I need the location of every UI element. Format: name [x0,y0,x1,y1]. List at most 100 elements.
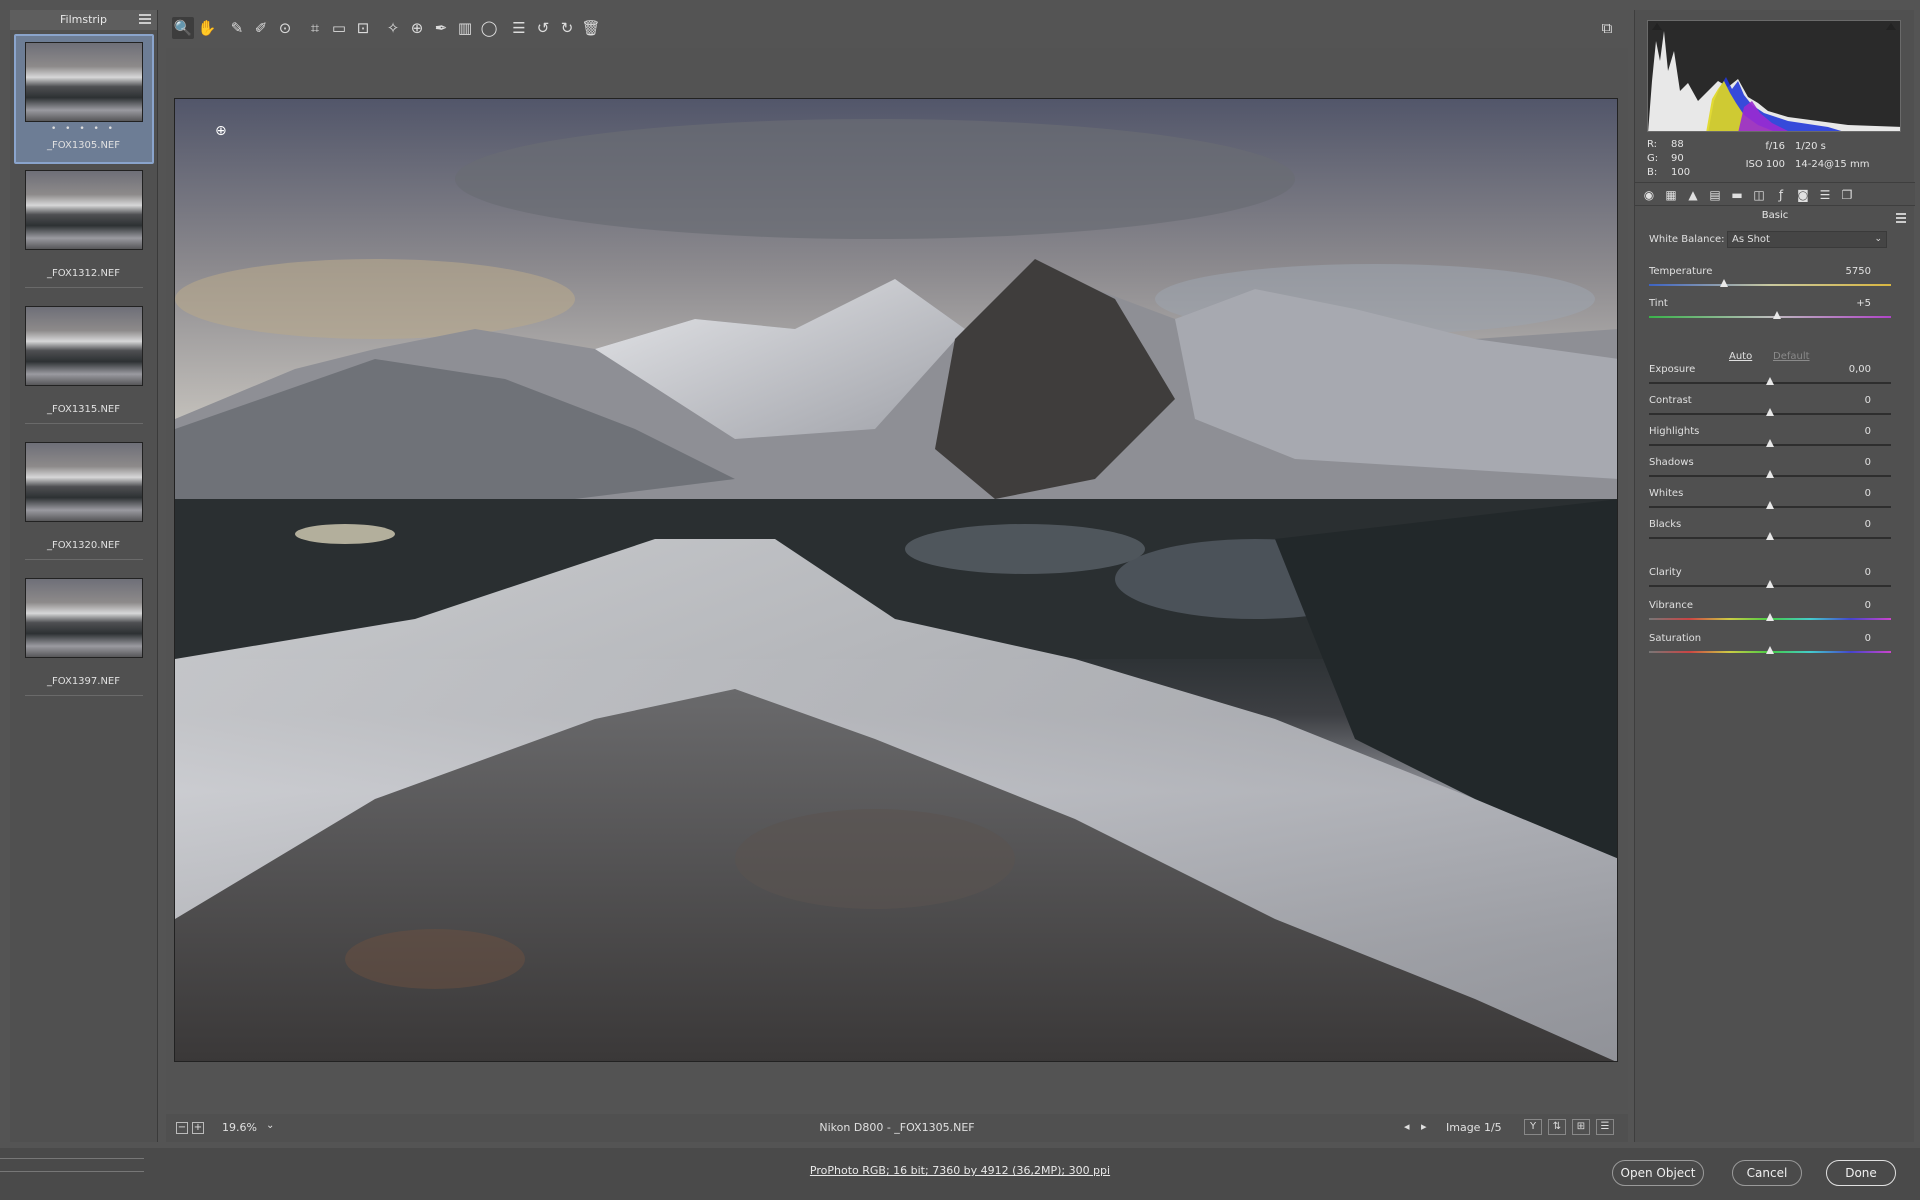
slider-value[interactable]: +5 [1821,298,1871,309]
transform-icon[interactable]: ⊡ [352,17,374,39]
slider-label: Exposure [1649,364,1696,375]
cancel-button[interactable]: Cancel [1732,1160,1802,1186]
color-sampler-icon[interactable]: ✐ [250,17,272,39]
slider-temperature: Temperature 5750 [1649,266,1891,296]
previous-image-icon[interactable]: ◂ [1404,1120,1410,1133]
aperture-value: f/16 [1765,141,1785,152]
slider-handle[interactable] [1766,532,1774,540]
white-balance-select[interactable]: As Shot ⌄ [1727,231,1887,248]
slider-value[interactable]: 0 [1821,633,1871,644]
red-eye-icon[interactable]: ⊕ [406,17,428,39]
basic-icon[interactable]: ◉ [1641,187,1657,203]
slider-value[interactable]: 0 [1821,426,1871,437]
filename-label: _FOX1315.NEF [46,404,120,415]
auto-button[interactable]: Auto [1729,351,1752,362]
graduated-filter-icon[interactable]: ▥ [454,17,476,39]
spot-removal-icon[interactable]: ✧ [382,17,404,39]
slider-handle[interactable] [1766,470,1774,478]
done-button[interactable]: Done [1826,1160,1896,1186]
lens-corrections-icon[interactable]: ◫ [1751,187,1767,203]
divider [24,287,143,288]
adjustment-brush-icon[interactable]: ✒ [430,17,452,39]
rotate-cw-icon[interactable]: ↻ [556,17,578,39]
image-counter: Image 1/5 [1446,1121,1502,1134]
copy-settings-icon[interactable]: ⊞ [1572,1119,1590,1135]
detail-icon[interactable]: ▲ [1685,187,1701,203]
tone-curve-icon[interactable]: ▦ [1663,187,1679,203]
slider-handle[interactable] [1766,501,1774,509]
b-value: 100 [1671,167,1691,178]
slider-tint: Tint +5 [1649,298,1891,328]
slider-value[interactable]: 0 [1821,519,1871,530]
slider-handle[interactable] [1766,646,1774,654]
filmstrip-menu-icon[interactable] [139,14,151,24]
filmstrip-item[interactable]: _FOX1312.NEF [14,170,154,300]
highlight-clipping-icon[interactable] [1886,23,1896,30]
before-after-view-icon[interactable]: Y [1524,1119,1542,1135]
slider-handle[interactable] [1766,439,1774,447]
slider-label: Saturation [1649,633,1702,644]
slider-value[interactable]: 0 [1821,395,1871,406]
slider-whites: Whites 0 [1649,488,1891,518]
camera-calibration-icon[interactable]: ◙ [1795,187,1811,203]
slider-track[interactable] [1649,316,1891,318]
info-readout: R: 88 G: 90 B: 100 f/16 1/20 s ISO 100 14-24@… [1647,136,1901,178]
split-toning-icon[interactable]: ▬ [1729,187,1745,203]
chevron-down-icon: ⌄ [1874,234,1882,244]
shadow-clipping-icon[interactable] [1652,23,1662,30]
g-value: 90 [1671,153,1684,164]
star-rating[interactable] [14,388,154,398]
slider-value[interactable]: 0 [1821,457,1871,468]
straighten-icon[interactable]: ▭ [328,17,350,39]
next-image-icon[interactable]: ▸ [1421,1120,1427,1133]
filmstrip-item[interactable]: • • • • • _FOX1305.NEF [13,34,154,164]
slider-value[interactable]: 0 [1821,488,1871,499]
slider-label: Temperature [1649,266,1713,277]
slider-handle[interactable] [1720,279,1729,287]
radial-filter-icon[interactable]: ◯ [478,17,500,39]
preferences-icon[interactable]: ☰ [508,17,530,39]
slider-label: Tint [1649,298,1668,309]
slider-value[interactable]: 0 [1821,567,1871,578]
hand-icon[interactable]: ✋ [196,17,218,39]
slider-handle[interactable] [1766,408,1774,416]
star-rating[interactable] [14,252,154,262]
swap-settings-icon[interactable]: ⇅ [1548,1119,1566,1135]
slider-value[interactable]: 0,00 [1821,364,1871,375]
default-button[interactable]: Default [1773,351,1810,362]
slider-value[interactable]: 5750 [1821,266,1871,277]
white-balance-icon[interactable]: ✎ [226,17,248,39]
slider-highlights: Highlights 0 [1649,426,1891,456]
open-object-button[interactable]: Open Object [1612,1160,1704,1186]
image-preview[interactable]: ⊕ [174,98,1618,1062]
star-rating[interactable]: • • • • • [16,124,152,134]
filmstrip-item[interactable]: _FOX1397.NEF [14,578,154,708]
slider-vibrance: Vibrance 0 [1649,600,1891,630]
fullscreen-icon[interactable]: ⧉ [1596,17,1618,39]
rotate-ccw-icon[interactable]: ↺ [532,17,554,39]
slider-value[interactable]: 0 [1821,600,1871,611]
hsl-icon[interactable]: ▤ [1707,187,1723,203]
effects-icon[interactable]: ƒ [1773,187,1789,203]
crop-icon[interactable]: ⌗ [304,17,326,39]
star-rating[interactable] [14,660,154,670]
slider-handle[interactable] [1773,311,1782,319]
trash-icon[interactable]: 🗑 [580,17,602,39]
panel-menu-icon[interactable] [1896,213,1906,225]
presets-icon[interactable]: ☰ [1817,187,1833,203]
slider-handle[interactable] [1766,580,1774,588]
filmstrip-item[interactable]: _FOX1320.NEF [14,442,154,572]
b-label: B: [1647,167,1658,178]
filmstrip-item[interactable]: _FOX1315.NEF [14,306,154,436]
star-rating[interactable] [14,524,154,534]
snapshots-icon[interactable]: ❐ [1839,187,1855,203]
slider-handle[interactable] [1766,613,1774,621]
preview-area: ⊕ [166,48,1628,1110]
filename-label: _FOX1320.NEF [46,540,120,551]
toggle-settings-icon[interactable]: ☰ [1596,1119,1614,1135]
zoom-icon[interactable]: 🔍 [172,17,194,39]
slider-handle[interactable] [1766,377,1774,385]
slider-track[interactable] [1649,284,1891,286]
divider [24,423,143,424]
target-adjustment-icon[interactable]: ⊙ [274,17,296,39]
